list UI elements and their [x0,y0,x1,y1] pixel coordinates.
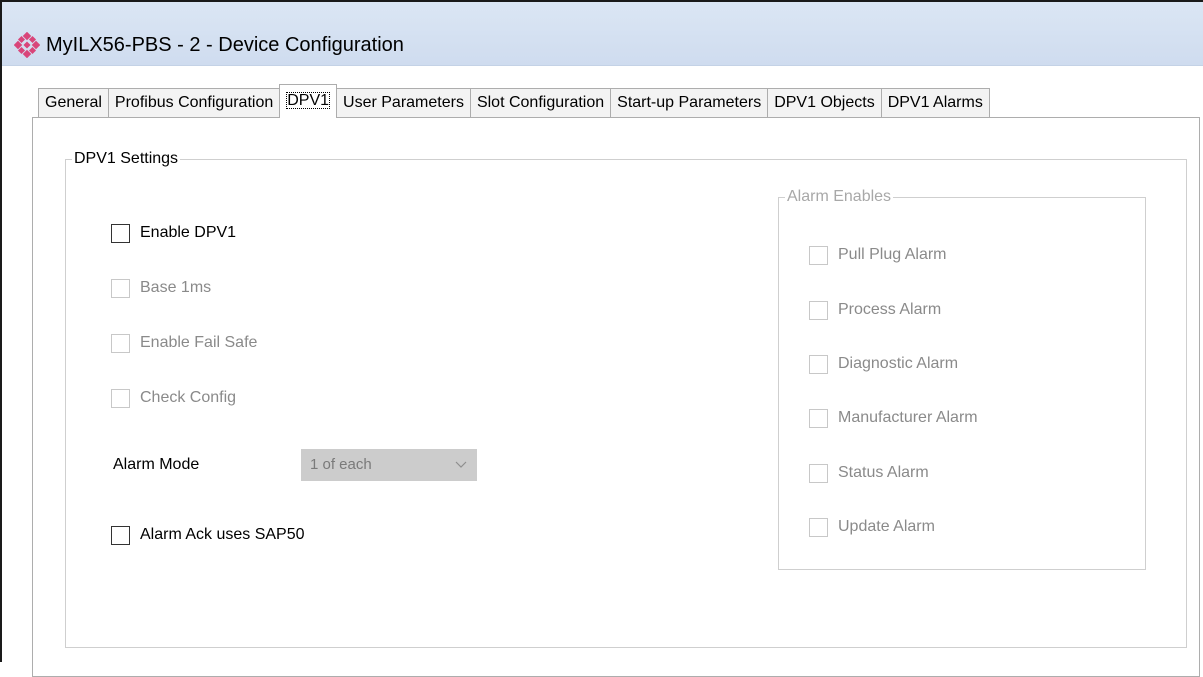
enable-dpv1-label: Enable DPV1 [140,224,237,241]
window-title: MyILX56-PBS - 2 - Device Configuration [46,34,404,56]
diagnostic-alarm-checkbox-row[interactable]: Diagnostic Alarm [809,353,958,375]
update-alarm-checkbox-row[interactable]: Update Alarm [809,516,935,538]
base-1ms-checkbox[interactable] [111,278,130,298]
tab-dpv1[interactable]: DPV1 [279,84,338,118]
alarm-mode-label: Alarm Mode [113,456,200,473]
tab-dpv1-alarms[interactable]: DPV1 Alarms [880,88,990,118]
enable-dpv1-checkbox-row[interactable]: Enable DPV1 [111,222,236,244]
base-1ms-label: Base 1ms [140,279,212,296]
tab-general[interactable]: General [38,88,109,118]
update-alarm-checkbox[interactable] [809,517,828,537]
tab-panel-dpv1: DPV1 Settings Enable DPV1 Base 1ms Enabl… [32,117,1200,677]
dpv1-settings-legend: DPV1 Settings [74,150,179,167]
enable-dpv1-checkbox[interactable] [111,223,130,243]
tab-label: Slot Configuration [476,94,605,111]
check-config-checkbox[interactable] [111,388,130,408]
enable-fail-safe-label: Enable Fail Safe [140,334,258,351]
process-alarm-checkbox-row[interactable]: Process Alarm [809,299,941,321]
tab-label: Start-up Parameters [617,94,762,111]
tab-strip: General Profibus Configuration DPV1 User… [38,84,990,118]
alarm-ack-sap50-checkbox-row[interactable]: Alarm Ack uses SAP50 [111,524,305,546]
tab-label: DPV1 [286,92,331,109]
status-alarm-label: Status Alarm [838,464,929,481]
diagnostic-alarm-label: Diagnostic Alarm [838,355,959,372]
device-configuration-window: MyILX56-PBS - 2 - Device Configuration G… [0,0,1203,677]
update-alarm-label: Update Alarm [838,518,935,535]
check-config-checkbox-row[interactable]: Check Config [111,387,236,409]
pink-diamond-cluster-icon [14,32,40,58]
tab-start-up-parameters[interactable]: Start-up Parameters [610,88,769,118]
tab-dpv1-objects[interactable]: DPV1 Objects [767,88,882,118]
status-alarm-checkbox-row[interactable]: Status Alarm [809,462,929,484]
process-alarm-label: Process Alarm [838,301,942,318]
base-1ms-checkbox-row[interactable]: Base 1ms [111,277,211,299]
manufacturer-alarm-checkbox[interactable] [809,408,828,428]
alarm-ack-sap50-checkbox[interactable] [111,525,130,545]
status-alarm-checkbox[interactable] [809,463,828,483]
tab-slot-configuration[interactable]: Slot Configuration [469,88,612,118]
tab-label: General [45,94,102,111]
pull-plug-alarm-checkbox[interactable] [809,245,828,265]
pull-plug-alarm-label: Pull Plug Alarm [838,246,947,263]
tab-user-parameters[interactable]: User Parameters [336,88,471,118]
alarm-mode-value: 1 of each [310,456,372,473]
manufacturer-alarm-checkbox-row[interactable]: Manufacturer Alarm [809,407,978,429]
process-alarm-checkbox[interactable] [809,300,828,320]
tab-label: Profibus Configuration [114,94,274,111]
tab-label: User Parameters [343,94,464,111]
enable-fail-safe-checkbox-row[interactable]: Enable Fail Safe [111,332,257,354]
manufacturer-alarm-label: Manufacturer Alarm [838,409,978,426]
pull-plug-alarm-checkbox-row[interactable]: Pull Plug Alarm [809,244,947,266]
chevron-down-icon [455,461,467,468]
tab-label: DPV1 Alarms [887,94,983,111]
title-bar[interactable]: MyILX56-PBS - 2 - Device Configuration [2,2,1203,66]
check-config-label: Check Config [140,389,237,406]
enable-fail-safe-checkbox[interactable] [111,333,130,353]
tab-profibus-configuration[interactable]: Profibus Configuration [107,88,281,118]
alarm-enables-legend: Alarm Enables [787,188,892,205]
alarm-ack-sap50-label: Alarm Ack uses SAP50 [140,526,305,543]
tab-label: DPV1 Objects [774,94,875,111]
diagnostic-alarm-checkbox[interactable] [809,354,828,374]
alarm-mode-select[interactable]: 1 of each [301,449,477,481]
